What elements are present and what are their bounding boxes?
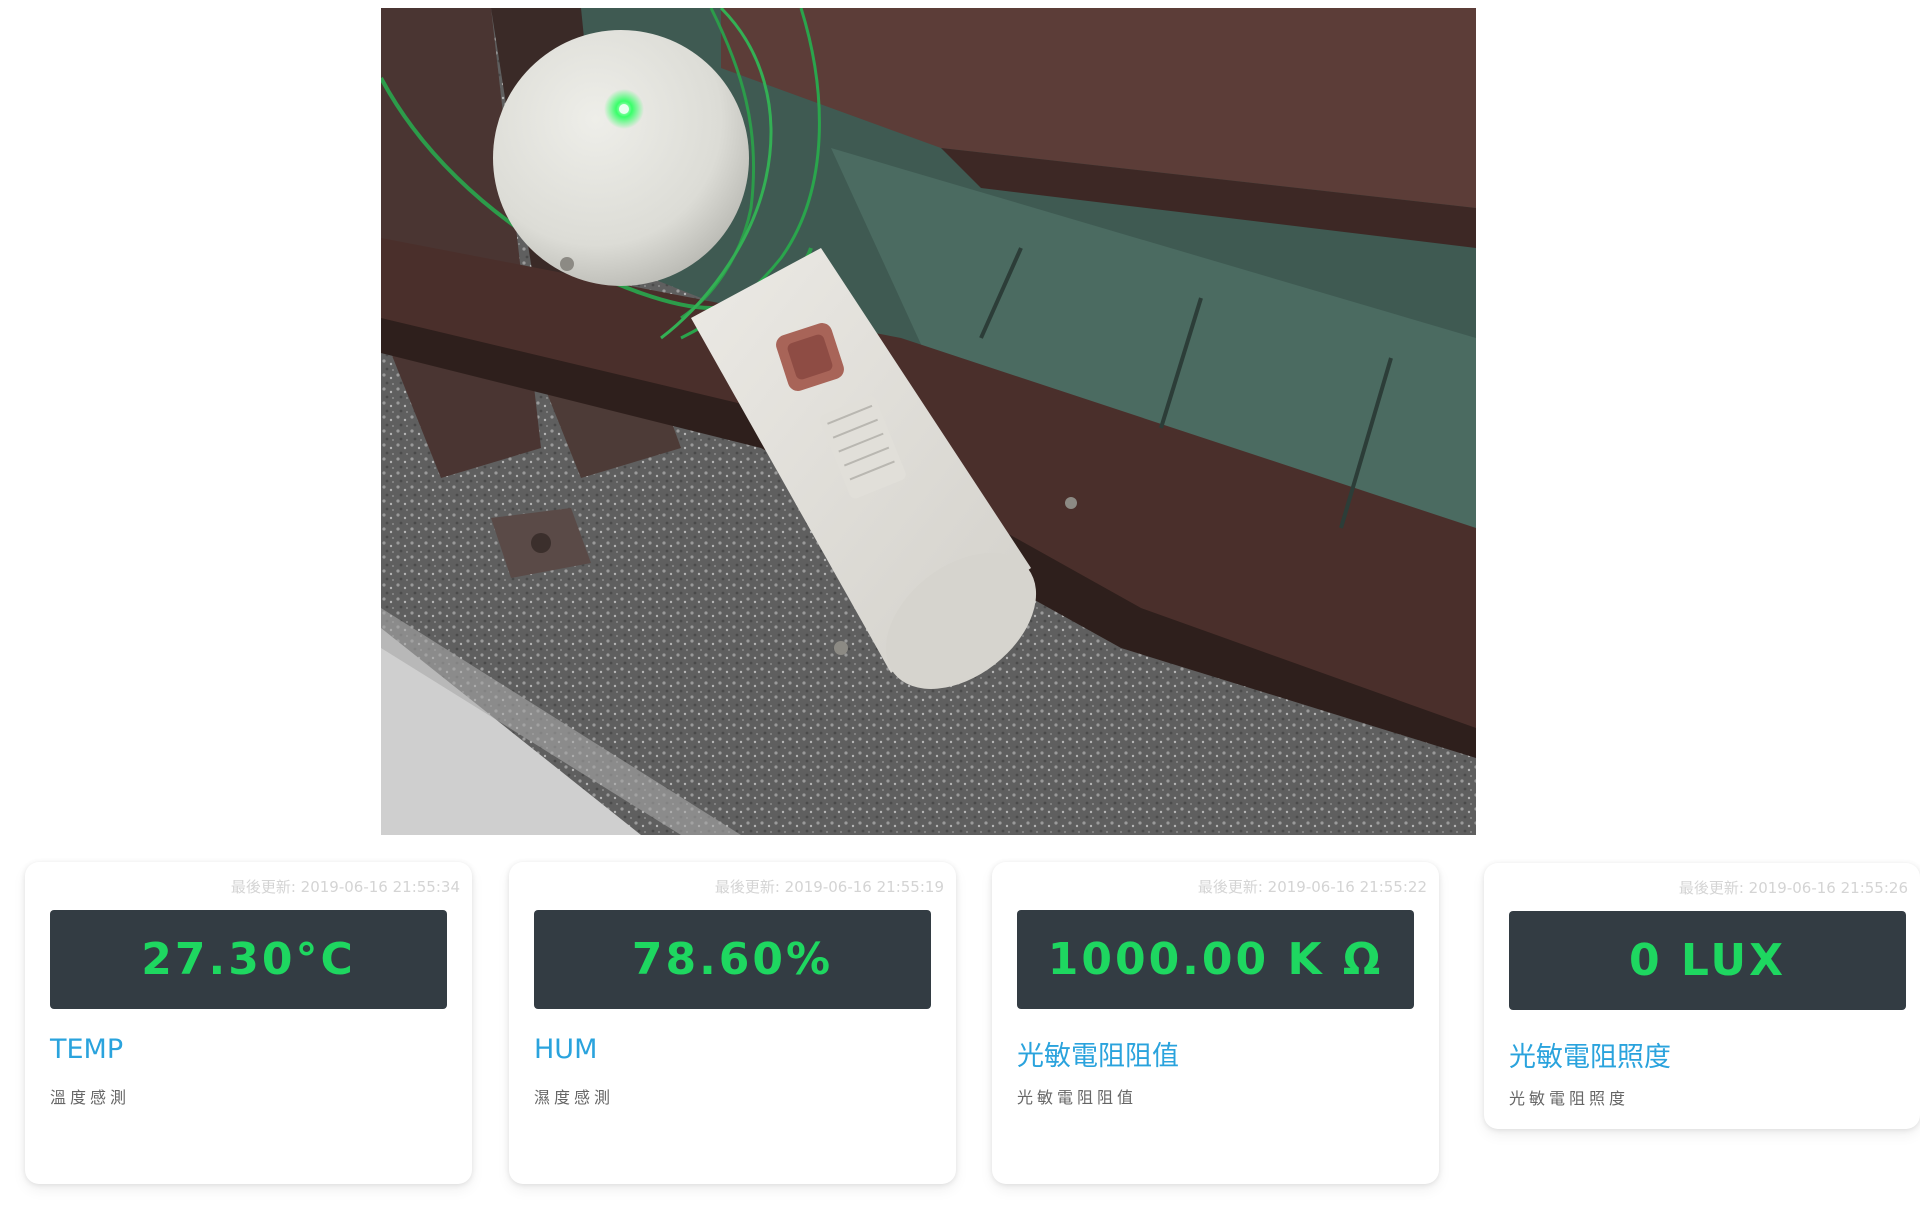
last-updated-label: 最後更新: 2019-06-16 21:55:19: [714, 878, 944, 896]
humidity-card: 最後更新: 2019-06-16 21:55:19 78.60% HUM 濕度感…: [509, 862, 956, 1184]
card-title: TEMP: [50, 1034, 124, 1065]
resistance-value: 1000.00 K Ω: [1047, 934, 1384, 985]
illuminance-value: 0 LUX: [1628, 935, 1787, 986]
last-updated-label: 最後更新: 2019-06-16 21:55:34: [230, 878, 460, 896]
illuminance-card: 最後更新: 2019-06-16 21:55:26 0 LUX 光敏電阻照度 光…: [1484, 863, 1920, 1129]
value-display: 0 LUX: [1509, 911, 1906, 1010]
card-description: 溫度感測: [50, 1088, 131, 1107]
last-updated-label: 最後更新: 2019-06-16 21:55:22: [1197, 878, 1427, 896]
sensor-photo: [381, 8, 1476, 835]
temp-value: 27.30°C: [141, 934, 356, 985]
card-description: 濕度感測: [534, 1088, 615, 1107]
value-display: 1000.00 K Ω: [1017, 910, 1414, 1009]
card-description: 光敏電阻照度: [1509, 1089, 1630, 1108]
temp-card: 最後更新: 2019-06-16 21:55:34 27.30°C TEMP 溫…: [25, 862, 472, 1184]
card-title: 光敏電阻照度: [1509, 1042, 1671, 1073]
humidity-value: 78.60%: [631, 934, 834, 985]
value-display: 27.30°C: [50, 910, 447, 1009]
resistance-card: 最後更新: 2019-06-16 21:55:22 1000.00 K Ω 光敏…: [992, 862, 1439, 1184]
card-title: HUM: [534, 1034, 598, 1065]
card-description: 光敏電阻阻值: [1017, 1088, 1138, 1107]
last-updated-label: 最後更新: 2019-06-16 21:55:26: [1678, 879, 1908, 897]
value-display: 78.60%: [534, 910, 931, 1009]
card-title: 光敏電阻阻值: [1017, 1041, 1179, 1072]
